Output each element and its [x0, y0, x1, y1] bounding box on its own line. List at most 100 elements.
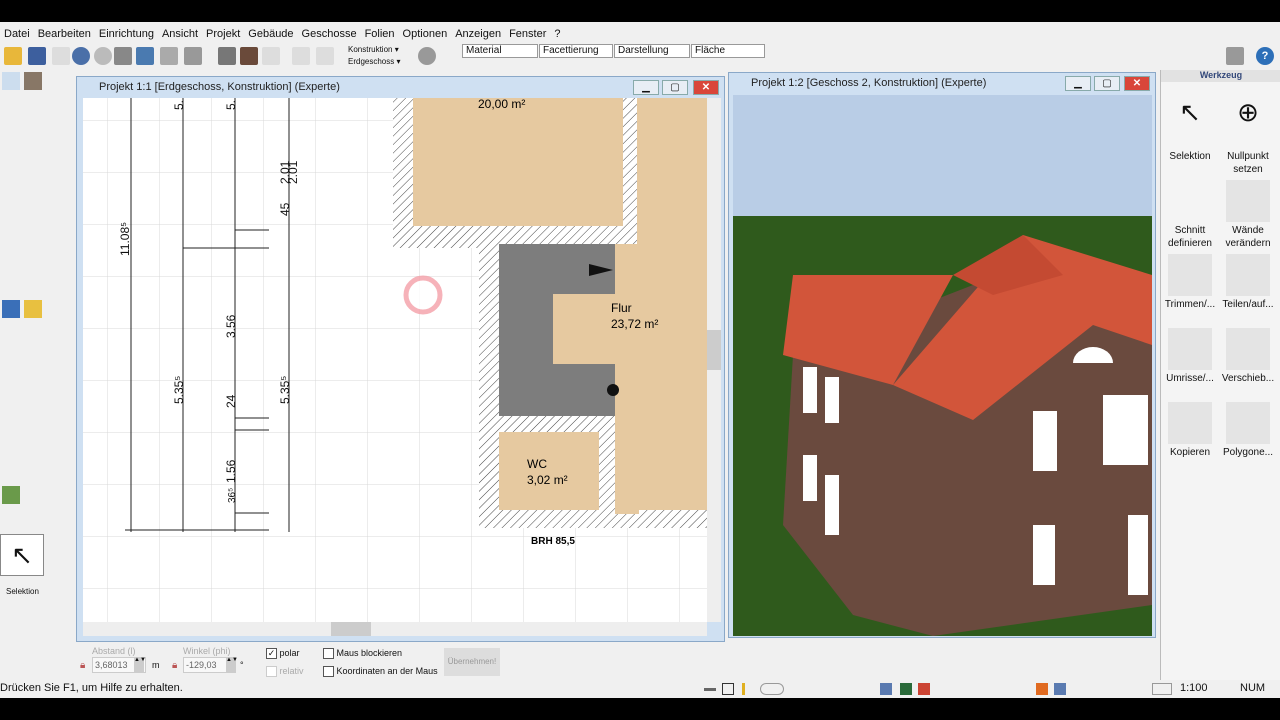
menu-optionen[interactable]: Optionen	[399, 26, 452, 43]
3d-window-title: Projekt 1:2 [Geschoss 2, Konstruktion] (…	[751, 77, 987, 89]
dimension-label: 5.35⁵	[278, 376, 292, 404]
vertical-scrollbar[interactable]	[707, 98, 721, 622]
tool-trimmen[interactable]: Trimmen/...	[1161, 254, 1219, 311]
settings-icon[interactable]	[418, 47, 436, 65]
koordinaten-checkbox[interactable]: Koordinaten an der Maus	[323, 666, 438, 678]
line-icon[interactable]	[704, 688, 716, 691]
menu-folien[interactable]: Folien	[361, 26, 399, 43]
grid-icon[interactable]	[722, 683, 734, 695]
flaeche-field[interactable]: Fläche	[691, 44, 765, 58]
maximize-button[interactable]: ▢	[1094, 76, 1120, 91]
tool-panel-title: Werkzeug	[1161, 70, 1280, 82]
room-floor-wc[interactable]	[499, 432, 599, 510]
window-label: BRH 85,5	[531, 536, 575, 547]
3d-house-icon[interactable]	[240, 47, 258, 65]
catalog-icon[interactable]	[1226, 47, 1244, 65]
roof-icon[interactable]	[918, 683, 930, 695]
display-icon[interactable]	[880, 683, 892, 695]
zoom-all-icon[interactable]	[184, 47, 202, 65]
close-button[interactable]: ✕	[693, 80, 719, 95]
menu-fenster[interactable]: Fenster	[505, 26, 550, 43]
menu-ansicht[interactable]: Ansicht	[158, 26, 202, 43]
3d-view-canvas[interactable]	[733, 95, 1152, 636]
undo-icon[interactable]	[52, 47, 70, 65]
angle-input[interactable]: -129,03	[183, 657, 227, 673]
material-field[interactable]: Material	[462, 44, 538, 58]
layer-dropdown[interactable]: Konstruktion ▾	[348, 45, 399, 54]
3d-icon[interactable]	[1036, 683, 1048, 695]
dimension-label: 2.01	[286, 160, 300, 184]
tool-schnitt[interactable]: Schnitt definieren	[1161, 180, 1219, 250]
room-floor[interactable]	[413, 98, 623, 226]
facettierung-field[interactable]: Facettierung	[539, 44, 613, 58]
plan-window: Projekt 1:1 [Erdgeschoss, Konstruktion] …	[76, 76, 725, 642]
arrow-icon: ↖	[1179, 97, 1201, 127]
trim-icon	[1168, 254, 1212, 296]
tool-waende[interactable]: Wände verändern	[1219, 180, 1277, 250]
pencil-icon[interactable]	[742, 683, 745, 695]
horizontal-scrollbar[interactable]	[83, 622, 707, 636]
menu-help[interactable]: ?	[550, 26, 564, 43]
dimension-label: 1.56	[224, 459, 238, 483]
tool-teilen[interactable]: Teilen/auf...	[1219, 254, 1277, 311]
zoom-window-icon[interactable]	[160, 47, 178, 65]
menu-anzeigen[interactable]: Anzeigen	[451, 26, 505, 43]
relativ-checkbox[interactable]: relativ	[266, 666, 304, 678]
polar-checkbox[interactable]: ✓ polar	[266, 648, 300, 660]
menu-bearbeiten[interactable]: Bearbeiten	[34, 26, 95, 43]
plan-view-icon[interactable]	[218, 47, 236, 65]
tool-panel: Werkzeug ↖ Selektion ⊕ Nullpunkt setzen Sc…	[1160, 70, 1280, 680]
room-name: WC	[527, 457, 547, 471]
tool-kopieren[interactable]: Kopieren	[1161, 402, 1219, 459]
picture-icon[interactable]	[136, 47, 154, 65]
tool-icon[interactable]	[2, 300, 20, 318]
menu-geschosse[interactable]: Geschosse	[298, 26, 361, 43]
darstellung-field[interactable]: Darstellung	[614, 44, 690, 58]
tree-icon[interactable]	[900, 683, 912, 695]
menu-projekt[interactable]: Projekt	[202, 26, 244, 43]
maximize-button[interactable]: ▢	[662, 80, 688, 95]
save-icon[interactable]	[28, 47, 46, 65]
move-icon[interactable]	[292, 47, 310, 65]
menu-gebaeude[interactable]: Gebäude	[244, 26, 297, 43]
tool-nullpunkt[interactable]: ⊕ Nullpunkt setzen	[1219, 99, 1277, 176]
current-tool-selection-icon[interactable]: ↖	[0, 534, 44, 576]
split-icon	[1226, 254, 1270, 296]
maus-blockieren-checkbox[interactable]: Maus blockieren	[323, 648, 402, 660]
application-window: Datei Bearbeiten Einrichtung Ansicht Pro…	[0, 22, 1280, 698]
tool-icon[interactable]	[24, 300, 42, 318]
floor-icon[interactable]	[262, 47, 280, 65]
measure-icon[interactable]	[316, 47, 334, 65]
text-icon[interactable]	[1054, 683, 1066, 695]
menu-einrichtung[interactable]: Einrichtung	[95, 26, 158, 43]
lock-icon[interactable]: 🔒︎	[172, 660, 177, 671]
minimize-button[interactable]: ▁	[633, 80, 659, 95]
refresh-icon[interactable]	[94, 47, 112, 65]
minimize-button[interactable]: ▁	[1065, 76, 1091, 91]
open-icon[interactable]	[4, 47, 22, 65]
tool-selektion[interactable]: ↖ Selektion	[1161, 97, 1219, 163]
menu-datei[interactable]: Datei	[0, 26, 34, 43]
tool-umrisse[interactable]: Umrisse/...	[1161, 328, 1219, 385]
help-icon[interactable]: ?	[1256, 47, 1274, 65]
polygon-icon	[1226, 402, 1270, 444]
close-button[interactable]: ✕	[1124, 76, 1150, 91]
tool-icon[interactable]	[2, 486, 20, 504]
options-icon[interactable]	[760, 683, 784, 695]
tool-polygone[interactable]: Polygone...	[1219, 402, 1277, 459]
main-toolbar: Konstruktion ▾ Erdgeschoss ▾ Material Fa…	[0, 43, 1280, 71]
redo-icon[interactable]	[72, 47, 90, 65]
floor-plan-canvas[interactable]: 11.08⁵ 5. 5. 2.01 2.01 45 3.56 5.35⁵ 5.3…	[83, 98, 707, 622]
distance-spinner[interactable]: ▲▼	[134, 657, 146, 673]
print-icon[interactable]	[114, 47, 132, 65]
lock-icon[interactable]: 🔒︎	[80, 660, 85, 671]
tool-verschieben[interactable]: Verschieb...	[1219, 328, 1277, 385]
scale-display: 1:100	[1180, 682, 1208, 694]
floor-dropdown[interactable]: Erdgeschoss ▾	[348, 57, 401, 66]
room-area: 23,72 m²	[611, 317, 658, 331]
select-arrow-icon[interactable]	[2, 72, 20, 90]
apply-button[interactable]: Übernehmen!	[444, 648, 500, 676]
camera-icon[interactable]	[1152, 683, 1172, 695]
tool-icon[interactable]	[24, 72, 42, 90]
angle-spinner[interactable]: ▲▼	[226, 657, 238, 673]
